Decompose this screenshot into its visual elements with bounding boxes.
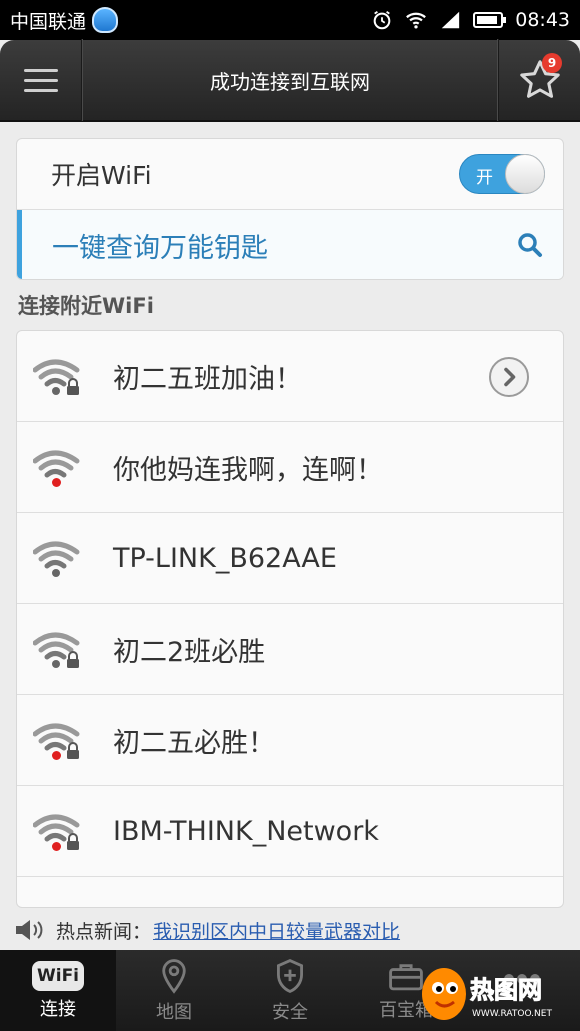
wifi-strength-icon: [32, 538, 81, 578]
news-prefix: 热点新闻：: [56, 920, 152, 943]
wifi-network-name: IBM-THINK_Network: [113, 815, 379, 847]
cell-signal-icon: [441, 11, 460, 29]
signal-alert-dot: [52, 842, 61, 851]
wifi-logo-icon: WiFi: [32, 960, 84, 991]
chevron-right-icon: [504, 367, 516, 387]
key-search-row[interactable]: 一键查询万能钥匙: [17, 210, 563, 279]
wifi-network-name: 初二五必胜！: [113, 727, 275, 759]
nav-tab-security[interactable]: 安全: [232, 950, 348, 1031]
nav-tab-map[interactable]: 地图: [116, 950, 232, 1031]
wifi-network-item[interactable]: 你他妈连我啊，连啊！: [17, 422, 563, 513]
battery-icon: [473, 12, 507, 28]
wifi-network-name: 初二2班必胜: [113, 636, 266, 668]
notification-badge: 9: [542, 53, 562, 73]
wifi-network-item[interactable]: 初二2班必胜: [17, 604, 563, 695]
status-icons: 08:43: [371, 9, 570, 31]
news-headline-link[interactable]: 我识别区内中日较量武器对比: [153, 917, 400, 944]
qq-notification-icon: [92, 7, 119, 33]
nav-tab-label: 安全: [272, 1001, 308, 1023]
lock-icon: [67, 651, 79, 668]
wifi-strength-icon: [32, 720, 81, 760]
network-detail-button[interactable]: [489, 357, 529, 397]
page-title: 成功连接到互联网: [210, 69, 370, 94]
alarm-clock-icon: [373, 10, 391, 30]
nav-tab-connect[interactable]: WiFi 连接: [0, 950, 116, 1031]
wifi-network-name: TP-LINK_B62AAE: [113, 542, 337, 574]
nav-tab-more[interactable]: [464, 950, 580, 1031]
wifi-network-item[interactable]: IBM-THINK_Network: [17, 786, 563, 877]
nav-tab-label: 百宝箱: [379, 999, 433, 1021]
speaker-icon: [16, 920, 43, 940]
section-title-nearby-wifi: 连接附近WiFi: [18, 294, 154, 318]
wifi-network-item-partial[interactable]: [17, 877, 563, 907]
toggle-state-text: 开: [476, 168, 493, 188]
signal-alert-dot: [52, 478, 61, 487]
wifi-strength-icon: [32, 629, 81, 669]
map-pin-icon: [162, 958, 186, 994]
toggle-knob: [505, 154, 545, 194]
toolbox-icon: [389, 963, 423, 990]
wifi-signal-icon: [406, 12, 427, 29]
wifi-network-name: 你他妈连我啊，连啊！: [113, 454, 383, 486]
clock: 08:43: [515, 9, 570, 31]
lock-icon: [67, 378, 79, 395]
hot-news-bar: 热点新闻： 我识别区内中日较量武器对比: [14, 914, 574, 946]
wifi-controls-card: 开启WiFi 开 一键查询万能钥匙: [16, 138, 564, 280]
favorites-button[interactable]: 9: [498, 39, 580, 121]
wifi-network-name: 初二五班加油！: [113, 363, 302, 395]
key-search-label: 一键查询万能钥匙: [52, 232, 268, 264]
menu-button[interactable]: [0, 39, 82, 121]
wifi-network-item[interactable]: TP-LINK_B62AAE: [17, 513, 563, 604]
wifi-strength-icon: [32, 811, 81, 851]
status-bar: 中国联通 08:43: [0, 0, 580, 40]
wifi-toggle-label: 开启WiFi: [51, 161, 152, 190]
wifi-network-item[interactable]: 初二五班加油！: [17, 331, 563, 422]
nav-tab-label: 地图: [156, 1001, 192, 1023]
signal-alert-dot: [52, 751, 61, 760]
wifi-toggle-switch[interactable]: 开: [459, 154, 545, 194]
wifi-strength-icon: [32, 447, 81, 487]
hamburger-icon: [23, 62, 58, 99]
lock-icon: [67, 833, 79, 850]
lock-icon: [67, 742, 79, 759]
carrier-name: 中国联通: [10, 10, 87, 33]
wifi-toggle-row: 开启WiFi 开: [17, 139, 563, 210]
shield-icon: [277, 958, 303, 993]
title-bar: 成功连接到互联网 9: [0, 39, 580, 122]
wifi-network-item[interactable]: 初二五必胜！: [17, 695, 563, 786]
nav-tab-toolbox[interactable]: 百宝箱: [348, 950, 464, 1031]
carrier-group: 中国联通: [10, 7, 119, 34]
bottom-navigation: WiFi 连接 地图 安全 百宝箱: [0, 950, 580, 1031]
nav-tab-label: 连接: [40, 998, 76, 1020]
wifi-network-list: 初二五班加油！ 你他妈连我啊，连啊！ TP-LINK_B62AAE 初二2班必胜…: [16, 330, 564, 908]
more-dots-icon: [504, 973, 540, 984]
search-icon: [518, 233, 542, 257]
wifi-strength-icon: [32, 356, 81, 396]
